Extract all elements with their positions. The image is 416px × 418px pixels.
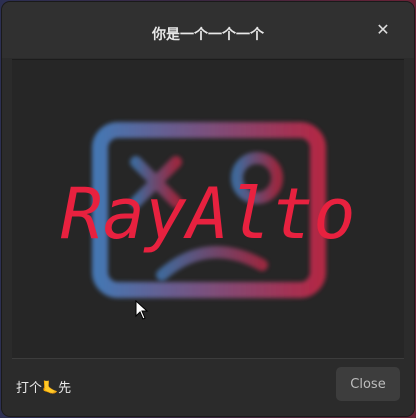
- dialog-title: 你是一个一个一个: [152, 27, 264, 43]
- dialog-content: RayAlto: [12, 60, 404, 358]
- footer-label: 打个🦶先: [16, 381, 72, 396]
- mouse-pointer-icon: [135, 300, 149, 320]
- logo-text: RayAlto: [60, 173, 355, 255]
- about-dialog: 你是一个一个一个 ✕ RayAlto 打个🦶先 Close: [2, 2, 414, 416]
- close-button[interactable]: Close: [336, 367, 400, 401]
- dialog-footer: 打个🦶先 Close: [2, 359, 414, 416]
- dialog-titlebar: 你是一个一个一个 ✕: [2, 2, 414, 58]
- close-icon[interactable]: ✕: [376, 22, 390, 38]
- sad-face-icon: RayAlto: [60, 122, 356, 298]
